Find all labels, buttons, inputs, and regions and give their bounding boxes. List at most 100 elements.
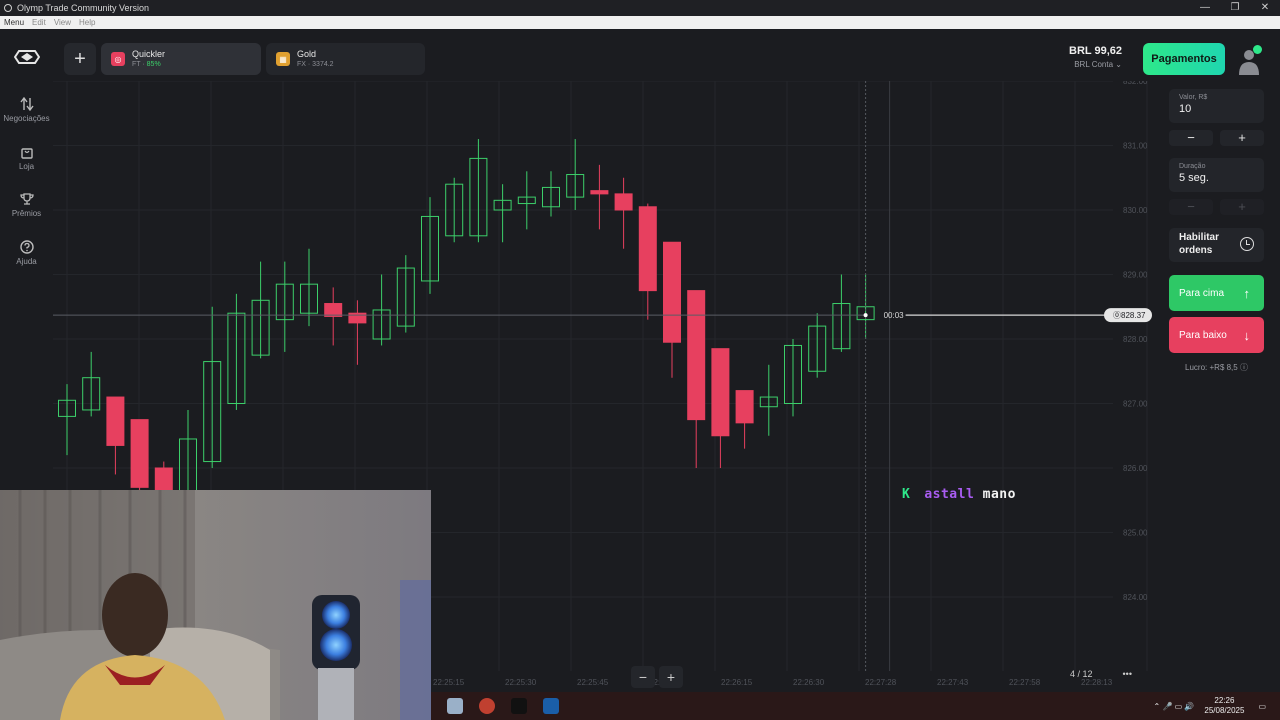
avatar[interactable] [1236,45,1262,75]
duration-stepper: − + [1169,199,1264,215]
candle-down [687,290,706,421]
window-title: Olymp Trade Community Version [17,3,150,13]
account-balance[interactable]: BRL 99,62 BRL Conta ⌄ [1060,45,1122,69]
sidebar-item-label: Ajuda [16,257,37,266]
candle-down [590,190,609,195]
page-indicator: 4 / 12 [1070,669,1093,679]
x-tick-label: 22:28:13 [1081,678,1113,687]
asset-sub: FT · 85% [132,60,161,68]
sidebar-item-ajuda[interactable]: Ajuda [0,240,53,266]
y-tick-label: 832.00 [1123,81,1148,86]
webcam-feed-image [0,490,431,720]
candle-down [130,419,149,488]
sidebar-item-label: Prêmios [11,209,42,218]
shopping-bag-icon [20,148,33,159]
menubar: Menu Edit View Help [0,16,1280,29]
duration-value[interactable]: 5 seg. [1179,172,1254,184]
duration-decrease-button[interactable]: − [1169,199,1213,215]
enable-orders-button[interactable]: Habilitar ordens [1169,228,1264,262]
steam-taskbar-icon[interactable] [543,698,559,714]
epic-games-taskbar-icon[interactable] [511,698,527,714]
amount-stepper: − + [1169,130,1264,146]
amount-decrease-button[interactable]: − [1169,130,1213,146]
sidebar-item-label: Loja [18,162,35,171]
price-dot [863,313,868,318]
browser-taskbar-icon[interactable] [479,698,495,714]
app-taskbar-icon[interactable] [447,698,463,714]
x-tick-label: 22:27:43 [937,678,969,687]
trade-up-label: Para cima [1179,287,1225,299]
y-tick-label: 828.00 [1123,335,1148,344]
webcam-overlay [0,490,431,720]
sidebar-item-loja[interactable]: Loja [0,145,53,171]
y-tick-label: 824.00 [1123,593,1148,602]
zoom-out-button[interactable]: − [631,666,655,688]
amount-increase-button[interactable]: + [1220,130,1264,146]
more-options-icon[interactable]: ••• [1123,669,1132,679]
clock-icon [1240,237,1254,251]
duration-increase-button[interactable]: + [1220,199,1264,215]
trade-down-button[interactable]: Para baixo ↓ [1169,317,1264,353]
candle-down [324,303,343,317]
quickler-icon: ◎ [111,52,125,66]
system-tray: ⌃ 🎤 ▭ 🔊 22:26 25/08/2025 ▭ [1154,692,1280,720]
account-type[interactable]: BRL Conta ⌄ [1060,60,1122,69]
asset-name: Gold [297,48,317,59]
menu-help[interactable]: Help [75,18,99,27]
arrow-down-icon: ↓ [1243,327,1251,343]
menu-edit[interactable]: Edit [28,18,50,27]
menu-menu[interactable]: Menu [0,18,28,27]
duration-field[interactable]: Duração 5 seg. [1169,158,1264,192]
candle-down [614,193,633,211]
payments-button[interactable]: Pagamentos [1143,43,1225,75]
profit-info: Lucro: +R$ 8,5 ⓘ [1185,363,1248,372]
asset-payout: 85% [146,60,161,68]
x-tick-label: 22:25:15 [433,678,465,687]
duration-label: Duração [1179,163,1206,170]
y-tick-label: 830.00 [1123,206,1148,215]
arrow-up-icon: ↑ [1243,285,1251,301]
add-asset-button[interactable]: + [64,43,96,75]
amount-value[interactable]: 10 [1179,103,1254,115]
amount-label: Valor, R$ [1179,94,1208,101]
amount-field[interactable]: Valor, R$ 10 [1169,89,1264,123]
candle-down [638,206,657,292]
arrows-updown-icon [19,97,34,111]
taskbar-clock[interactable]: 22:26 25/08/2025 [1204,696,1244,716]
olymp-logo-icon[interactable] [14,49,40,65]
trade-up-button[interactable]: Para cima ↑ [1169,275,1264,311]
candle-down [106,396,125,446]
close-button[interactable]: ✕ [1250,0,1280,16]
x-tick-label: 22:26:30 [793,678,825,687]
sidebar-item-label: Negociações [3,114,50,123]
sidebar-item-negociacoes[interactable]: Negociações [0,97,53,123]
asset-name: Quickler [132,48,166,59]
notifications-icon[interactable]: ▭ [1258,702,1266,711]
x-tick-label: 22:25:30 [505,678,537,687]
trade-down-label: Para baixo [1179,329,1227,341]
maximize-button[interactable]: ❐ [1220,0,1250,16]
x-tick-label: 22:26:15 [721,678,753,687]
asset-tab-quickler[interactable]: ◎ Quickler FT · 85% [101,43,261,75]
menu-view[interactable]: View [50,18,75,27]
x-tick-label: 22:27:58 [1009,678,1041,687]
minimize-button[interactable]: — [1190,0,1220,16]
screen: Olymp Trade Community Version — ❐ ✕ Menu… [0,0,1280,720]
online-indicator [1253,45,1262,54]
candle-down [735,390,754,424]
asset-tab-gold[interactable]: ▦ Gold FX · 3374.2 [266,43,425,75]
asset-sub: FX · 3374.2 [297,60,334,68]
zoom-in-button[interactable]: + [659,666,683,688]
x-tick-label: 22:25:45 [577,678,609,687]
tray-icons[interactable]: ⌃ 🎤 ▭ 🔊 [1154,702,1195,711]
info-icon[interactable]: ⓘ [1240,363,1248,372]
help-icon [19,240,34,254]
app-icon [4,4,12,12]
x-tick-label: 22:27:28 [865,678,897,687]
expiry-timer: 00:03 [884,311,905,320]
y-tick-label: 826.00 [1123,464,1148,473]
watermark: Kastall mano [902,487,1016,502]
y-tick-label: 827.00 [1123,400,1148,409]
sidebar-item-premios[interactable]: Prêmios [0,192,53,218]
enable-orders-label: Habilitar ordens [1179,232,1220,256]
